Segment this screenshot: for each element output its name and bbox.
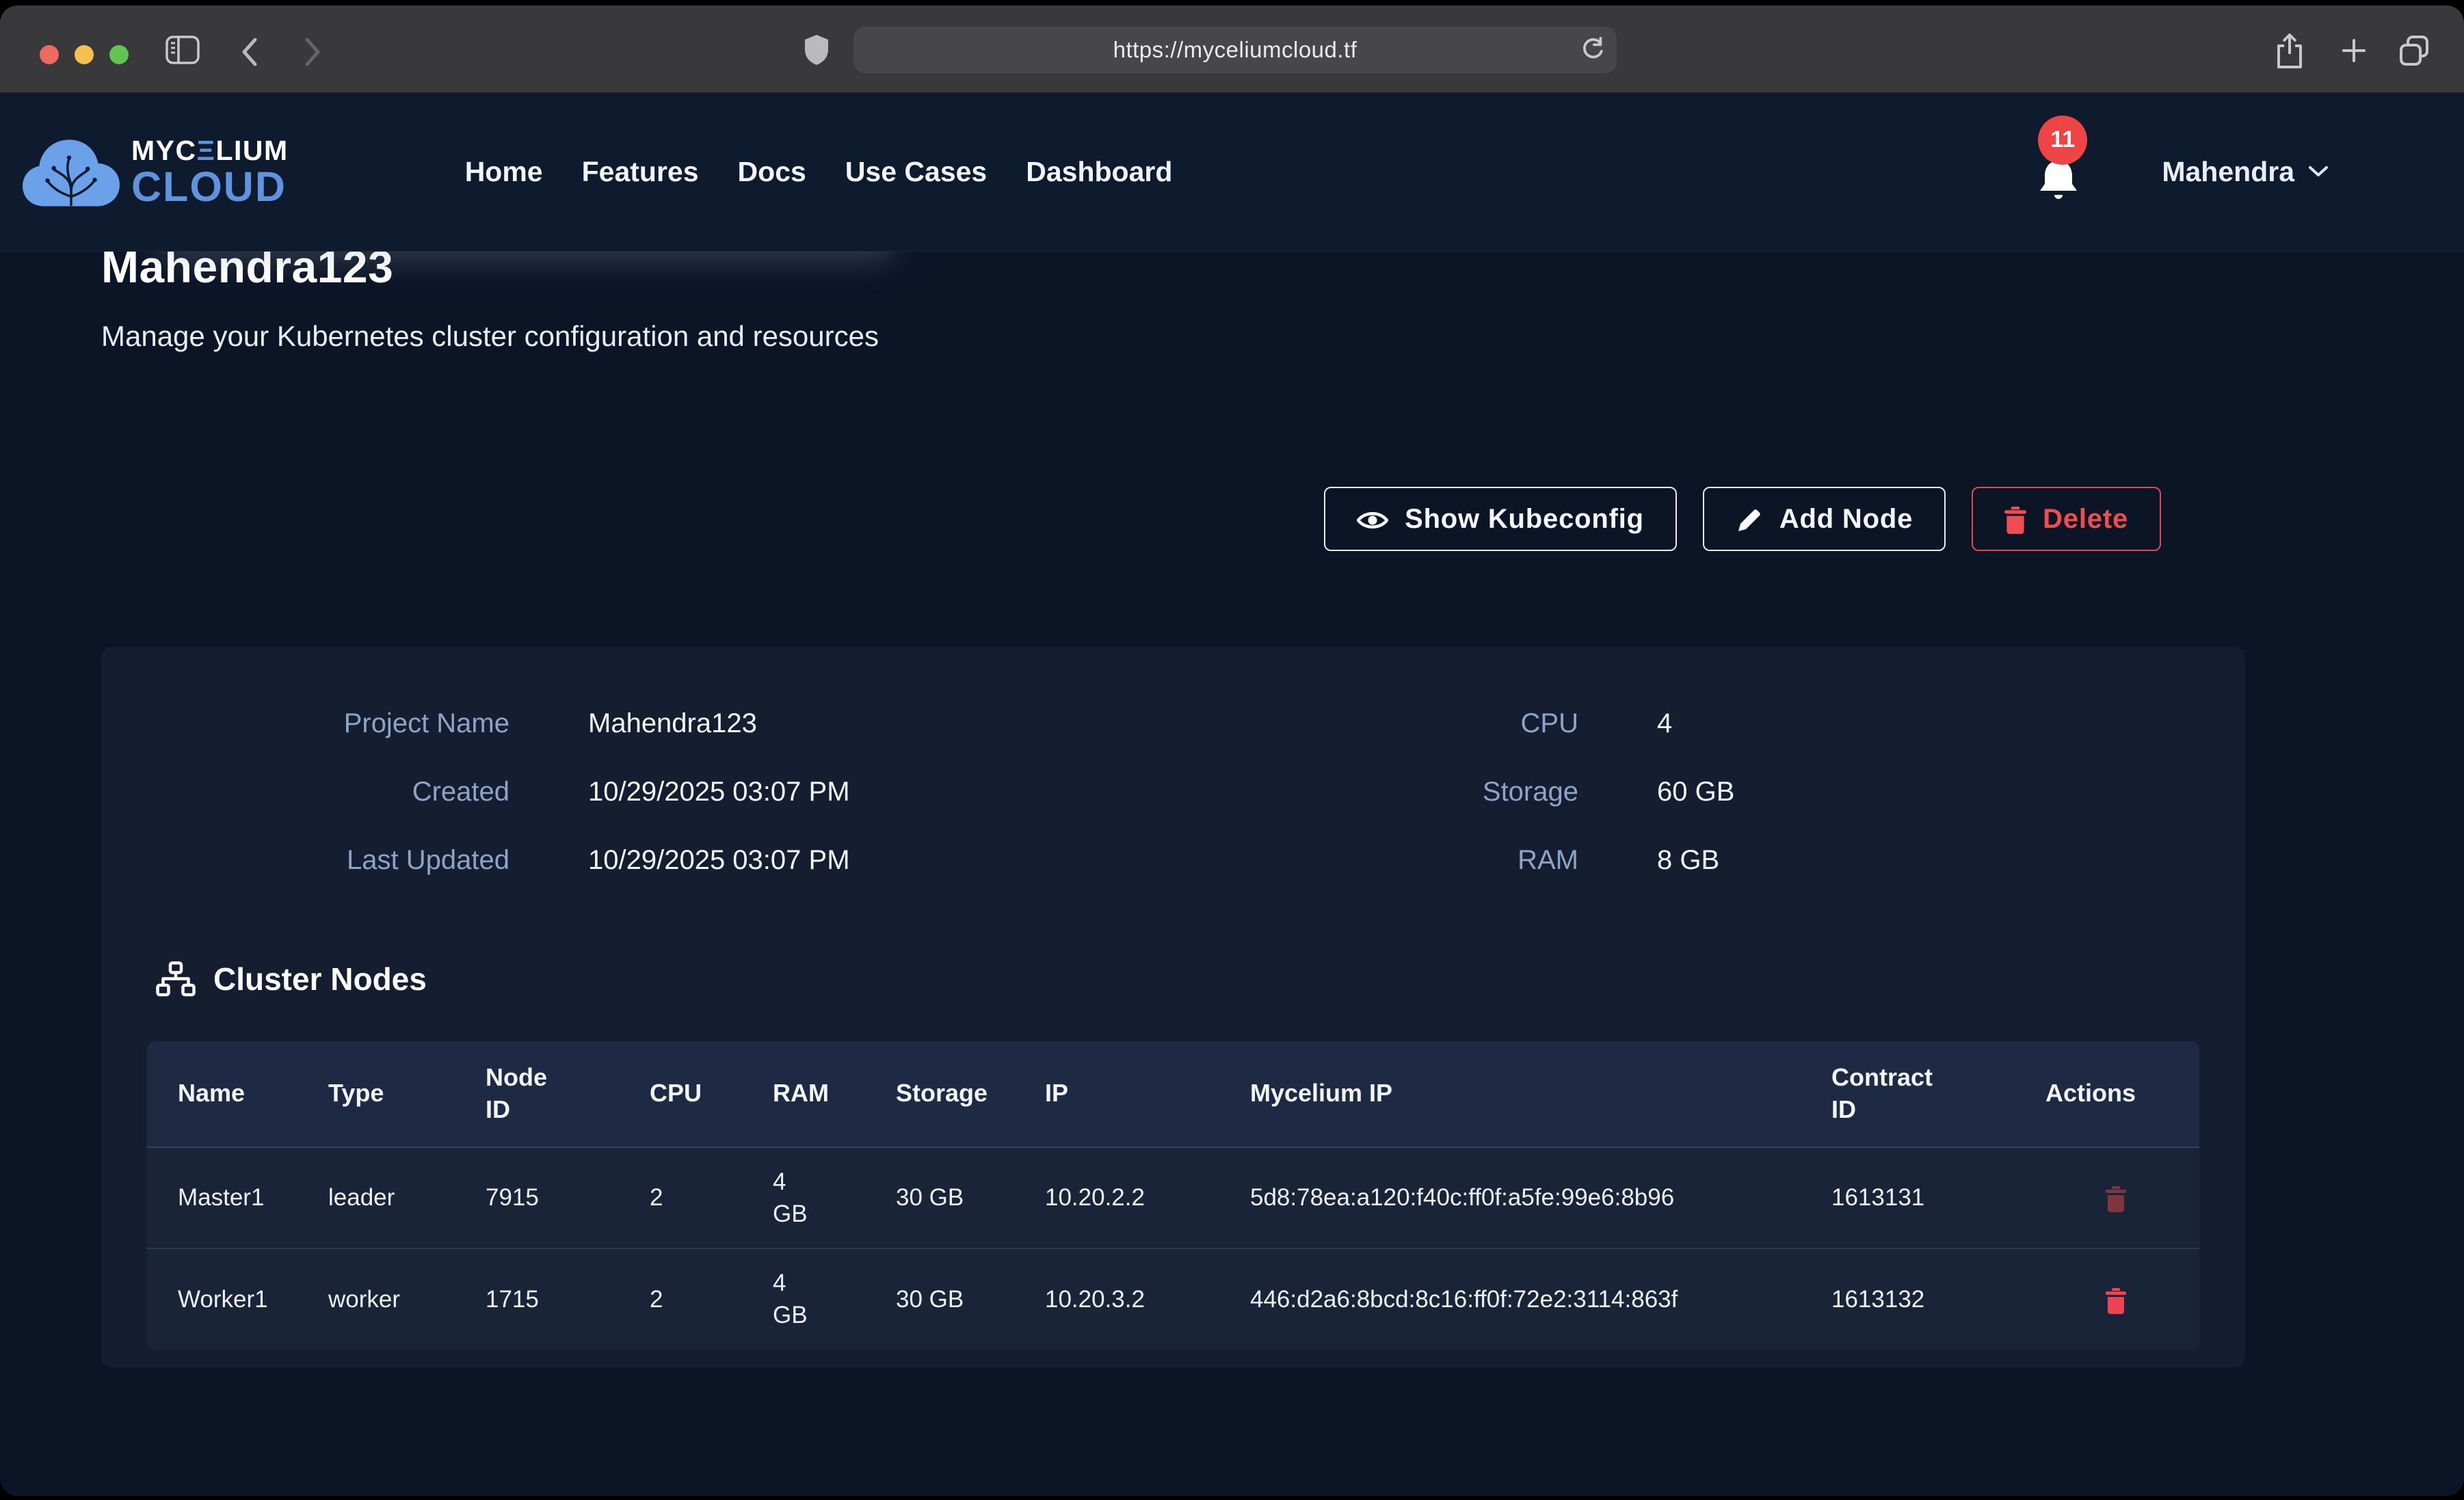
- col-node-id: Node ID: [472, 1041, 636, 1147]
- cell-storage: 30 GB: [882, 1248, 1031, 1350]
- back-icon[interactable]: [241, 37, 259, 67]
- notification-count-badge: 11: [2038, 116, 2087, 165]
- notifications-button[interactable]: 11: [2039, 159, 2078, 203]
- cell-cpu: 2: [636, 1147, 759, 1249]
- traffic-lights: [40, 45, 129, 64]
- created-label: Created: [101, 777, 509, 807]
- user-name: Mahendra: [2162, 156, 2294, 188]
- col-ram: RAM: [759, 1041, 882, 1147]
- close-window-button[interactable]: [40, 45, 59, 64]
- show-kubeconfig-button[interactable]: Show Kubeconfig: [1324, 487, 1677, 551]
- last-updated-value: 10/29/2025 03:07 PM: [509, 845, 1339, 876]
- site-logo[interactable]: MYCΞLIUM CLOUD: [19, 129, 289, 216]
- zoom-window-button[interactable]: [109, 45, 129, 64]
- site-logo-text: MYCΞLIUM CLOUD: [131, 136, 289, 207]
- nav-right: 11 Mahendra: [2039, 142, 2464, 203]
- cell-node-id: 1715: [472, 1248, 636, 1350]
- col-mycelium-ip: Mycelium IP: [1236, 1041, 1818, 1147]
- table-row: Master1 leader 7915 2 4 GB 30 GB 10.20.2…: [147, 1147, 2199, 1249]
- cell-mycelium-ip: 5d8:78ea:a120:f40c:ff0f:a5fe:99e6:8b96: [1236, 1147, 1818, 1249]
- col-ip: IP: [1031, 1041, 1236, 1147]
- cell-storage: 30 GB: [882, 1147, 1031, 1249]
- nav-link-dashboard[interactable]: Dashboard: [1026, 156, 1172, 188]
- privacy-shield-icon[interactable]: [804, 34, 829, 66]
- cell-contract-id: 1613132: [1818, 1248, 2032, 1350]
- cluster-info-grid: Project Name Mahendra123 CPU 4 Created 1…: [101, 647, 2245, 876]
- url-text: https://myceliumcloud.tf: [1113, 37, 1357, 63]
- reload-icon[interactable]: [1580, 37, 1606, 63]
- cell-ip: 10.20.2.2: [1031, 1147, 1236, 1249]
- project-name-label: Project Name: [101, 708, 509, 739]
- cell-ram: 4 GB: [759, 1147, 882, 1249]
- user-menu[interactable]: Mahendra: [2162, 156, 2329, 188]
- trash-icon: [2004, 504, 2026, 535]
- mycelium-cloud-logo-icon: [19, 129, 123, 216]
- cluster-nodes-header: Cluster Nodes: [156, 961, 2245, 997]
- browser-window: https://myceliumcloud.tf: [0, 5, 2464, 1496]
- storage-value: 60 GB: [1578, 777, 2245, 807]
- nav-link-docs[interactable]: Docs: [738, 156, 806, 188]
- created-value: 10/29/2025 03:07 PM: [509, 777, 1339, 807]
- cell-contract-id: 1613131: [1818, 1147, 2032, 1249]
- delete-cluster-button[interactable]: Delete: [1972, 487, 2161, 551]
- sidebar-toggle-icon[interactable]: [165, 36, 200, 64]
- eye-icon: [1357, 504, 1388, 535]
- site-navbar: MYCΞLIUM CLOUD Home Features Docs Use Ca…: [0, 93, 2464, 252]
- nav-link-use-cases[interactable]: Use Cases: [845, 156, 987, 188]
- screenshot-root: https://myceliumcloud.tf: [0, 0, 2464, 1500]
- nav-links: Home Features Docs Use Cases Dashboard: [465, 156, 1173, 188]
- chevron-down-icon: [2308, 165, 2329, 178]
- col-cpu: CPU: [636, 1041, 759, 1147]
- project-name-value: Mahendra123: [509, 708, 1339, 739]
- share-icon[interactable]: [2275, 33, 2305, 70]
- col-name: Name: [147, 1041, 315, 1147]
- cpu-value: 4: [1578, 708, 2245, 739]
- cell-name: Worker1: [147, 1248, 315, 1350]
- bell-icon: [2039, 175, 2078, 187]
- nav-link-home[interactable]: Home: [465, 156, 543, 188]
- cell-name: Master1: [147, 1147, 315, 1249]
- cell-actions: [2032, 1147, 2199, 1249]
- cell-mycelium-ip: 446:d2a6:8bcd:8c16:ff0f:72e2:3114:863f: [1236, 1248, 1818, 1350]
- cell-type: leader: [315, 1147, 472, 1249]
- browser-chrome: https://myceliumcloud.tf: [0, 5, 2464, 93]
- cell-type: worker: [315, 1248, 472, 1350]
- cell-actions: [2032, 1248, 2199, 1350]
- add-node-button[interactable]: Add Node: [1703, 487, 1946, 551]
- cell-ram: 4 GB: [759, 1248, 882, 1350]
- tab-overview-icon[interactable]: [2398, 34, 2430, 67]
- cell-ip: 10.20.3.2: [1031, 1248, 1236, 1350]
- cluster-nodes-title: Cluster Nodes: [213, 961, 427, 997]
- nodes-table: Name Type Node ID CPU RAM Storage IP Myc…: [147, 1041, 2199, 1350]
- cell-cpu: 2: [636, 1248, 759, 1350]
- forward-icon[interactable]: [304, 37, 321, 67]
- nav-link-features[interactable]: Features: [582, 156, 699, 188]
- ram-value: 8 GB: [1578, 845, 2245, 876]
- table-row: Worker1 worker 1715 2 4 GB 30 GB 10.20.3…: [147, 1248, 2199, 1350]
- table-header-row: Name Type Node ID CPU RAM Storage IP Myc…: [147, 1041, 2199, 1147]
- storage-label: Storage: [1339, 777, 1578, 807]
- cluster-actions: Show Kubeconfig Add Node Delete: [0, 487, 2161, 551]
- pencil-icon: [1736, 504, 1763, 535]
- new-tab-icon[interactable]: [2340, 37, 2368, 64]
- col-type: Type: [315, 1041, 472, 1147]
- last-updated-label: Last Updated: [101, 845, 509, 876]
- cpu-label: CPU: [1339, 708, 1578, 739]
- col-storage: Storage: [882, 1041, 1031, 1147]
- sitemap-icon: [156, 961, 196, 997]
- minimize-window-button[interactable]: [75, 45, 94, 64]
- col-contract-id: Contract ID: [1818, 1041, 2032, 1147]
- page-subtitle: Manage your Kubernetes cluster configura…: [101, 320, 2464, 353]
- delete-node-icon[interactable]: [2106, 1286, 2126, 1313]
- cell-node-id: 7915: [472, 1147, 636, 1249]
- delete-node-icon[interactable]: [2106, 1184, 2126, 1211]
- ram-label: RAM: [1339, 845, 1578, 876]
- cluster-details-panel: Project Name Mahendra123 CPU 4 Created 1…: [101, 647, 2245, 1367]
- address-bar[interactable]: https://myceliumcloud.tf: [853, 27, 1617, 73]
- cluster-page: Mahendra123 Manage your Kubernetes clust…: [0, 241, 2464, 1485]
- col-actions: Actions: [2032, 1041, 2199, 1147]
